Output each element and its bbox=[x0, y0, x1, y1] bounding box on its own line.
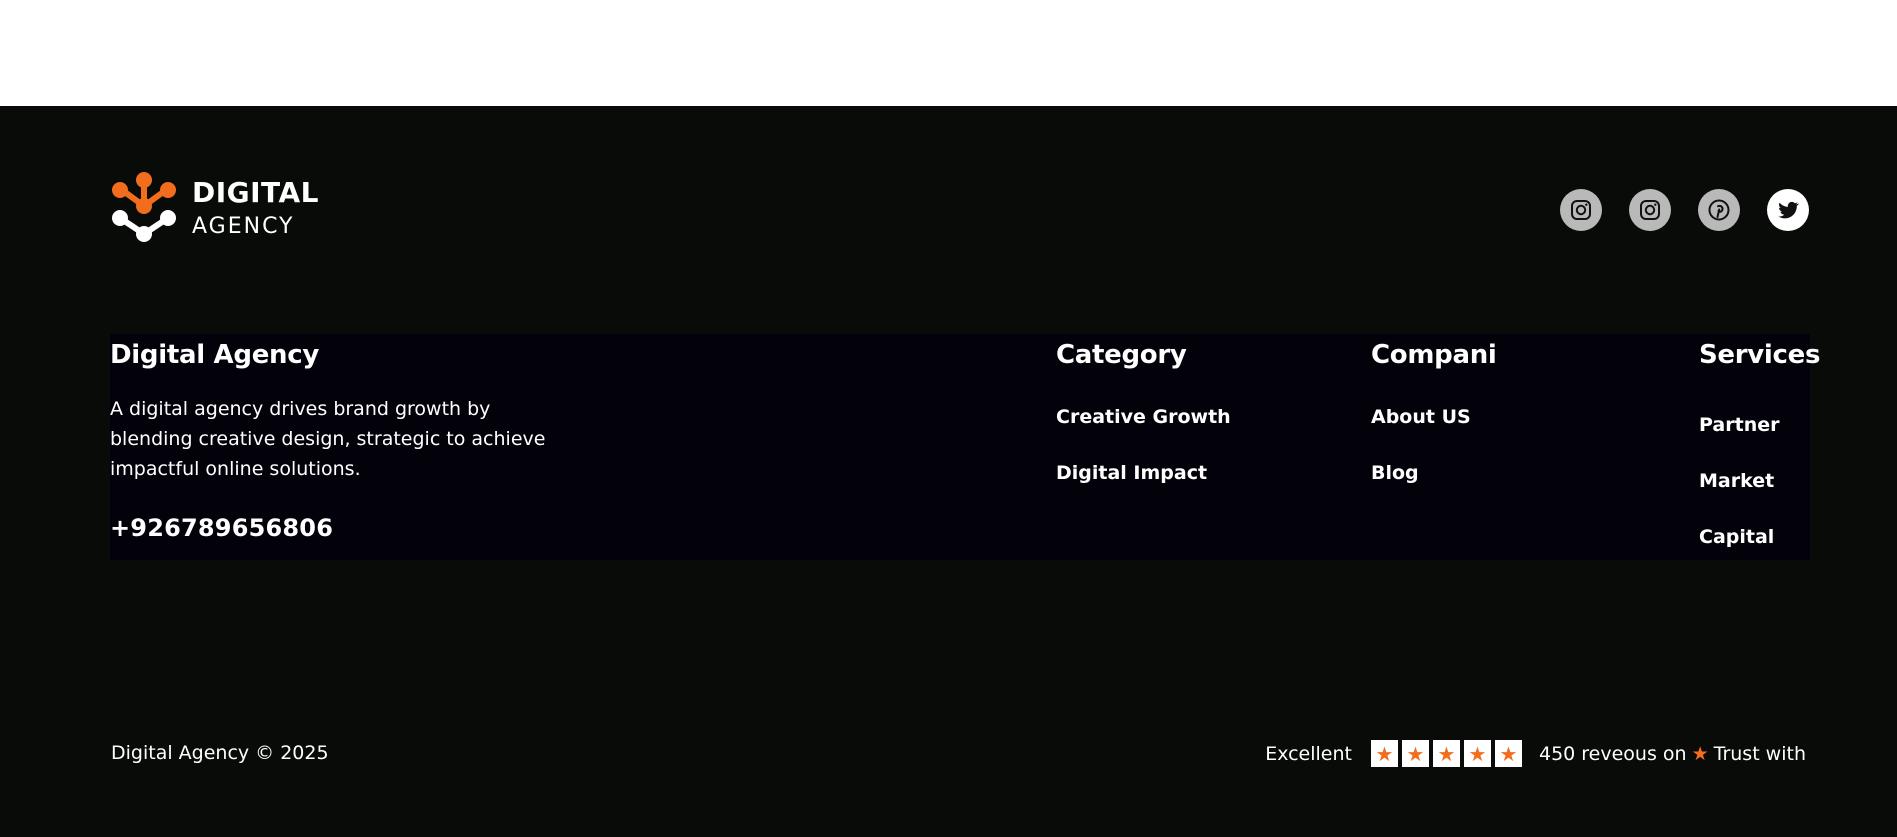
footer-columns: Digital Agency A digital agency drives b… bbox=[110, 334, 1820, 560]
category-link-digital-impact[interactable]: Digital Impact bbox=[1056, 462, 1231, 484]
logo-text: DIGITAL AGENCY bbox=[192, 175, 319, 239]
star-icon: ★ bbox=[1494, 740, 1522, 767]
logo-line1: DIGITAL bbox=[192, 175, 319, 209]
top-blank-area bbox=[0, 0, 1897, 106]
pinterest-link[interactable] bbox=[1698, 189, 1740, 231]
star-icon: ★ bbox=[1432, 740, 1460, 767]
rating-label: Excellent bbox=[1265, 742, 1352, 765]
logo-line2: AGENCY bbox=[192, 213, 295, 239]
services-link-capital[interactable]: Capital bbox=[1699, 526, 1820, 548]
company-column: Compani About US Blog bbox=[1371, 334, 1497, 518]
pinterest-icon bbox=[1708, 199, 1730, 221]
star-icon: ★ bbox=[1401, 740, 1429, 767]
reviews-text: 450 reveous on bbox=[1538, 742, 1687, 765]
about-description: A digital agency drives brand growth by … bbox=[110, 398, 546, 480]
star-icon: ★ bbox=[1463, 740, 1491, 767]
company-link-blog[interactable]: Blog bbox=[1371, 462, 1497, 484]
about-title: Digital Agency bbox=[110, 340, 319, 370]
trust-rating[interactable]: Excellent ★ ★ ★ ★ ★ 450 reveous on ★ Tru… bbox=[1265, 740, 1806, 767]
social-links bbox=[1560, 189, 1809, 231]
copyright-text: Digital Agency © 2025 bbox=[111, 742, 329, 764]
phone-number[interactable]: +926789656806 bbox=[110, 514, 570, 542]
instagram-link-2[interactable] bbox=[1629, 189, 1671, 231]
services-link-partner[interactable]: Partner bbox=[1699, 414, 1820, 436]
instagram-icon bbox=[1640, 200, 1660, 220]
brand-logo[interactable]: DIGITAL AGENCY bbox=[110, 172, 319, 244]
twitter-link[interactable] bbox=[1767, 189, 1809, 231]
category-column: Category Creative Growth Digital Impact bbox=[1056, 334, 1231, 518]
instagram-icon bbox=[1571, 200, 1591, 220]
about-column: Digital Agency A digital agency drives b… bbox=[110, 334, 570, 542]
services-title: Services bbox=[1699, 340, 1821, 370]
rating-stars: ★ ★ ★ ★ ★ bbox=[1370, 740, 1522, 767]
site-footer: DIGITAL AGENCY Digital Agency A digital … bbox=[0, 106, 1897, 837]
category-link-creative-growth[interactable]: Creative Growth bbox=[1056, 406, 1231, 428]
trust-star-icon: ★ bbox=[1691, 742, 1709, 765]
instagram-link[interactable] bbox=[1560, 189, 1602, 231]
company-title: Compani bbox=[1371, 340, 1497, 370]
company-link-about-us[interactable]: About US bbox=[1371, 406, 1497, 428]
services-column: Services Partner Market Capital bbox=[1699, 334, 1820, 582]
twitter-icon bbox=[1778, 201, 1799, 219]
services-link-market[interactable]: Market bbox=[1699, 470, 1820, 492]
star-icon: ★ bbox=[1370, 740, 1398, 767]
trust-text: Trust with bbox=[1713, 742, 1806, 765]
category-title: Category bbox=[1056, 340, 1187, 370]
logo-mark-icon bbox=[112, 172, 176, 242]
